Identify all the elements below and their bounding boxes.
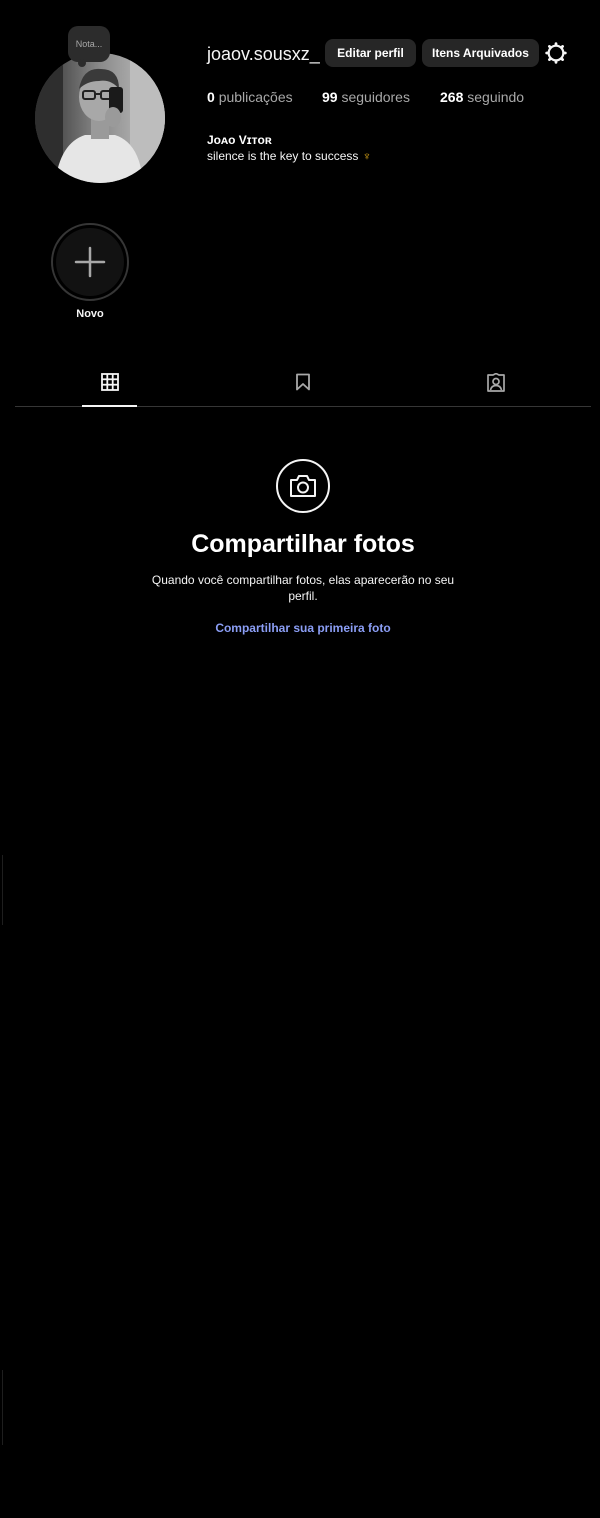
tab-posts[interactable]	[82, 373, 137, 407]
edit-profile-button[interactable]: Editar perfil	[325, 39, 416, 67]
empty-state-title: Compartilhar fotos	[191, 530, 415, 558]
plus-icon	[74, 246, 106, 278]
highlight-inner	[56, 228, 124, 296]
tab-saved[interactable]	[275, 373, 330, 407]
avatar-image	[35, 53, 165, 183]
edge-scroll-mark	[2, 1370, 3, 1445]
trident-emoji: ♆	[362, 149, 372, 163]
full-name: Jᴏᴀᴏ Vɪᴛᴏʀ	[207, 133, 272, 147]
posts-label: publicações	[218, 89, 293, 105]
bio-text: silence is the key to success	[207, 149, 359, 163]
empty-state-description: Quando você compartilhar fotos, elas apa…	[151, 573, 455, 603]
camera-icon	[290, 475, 316, 497]
share-first-photo-link[interactable]: Compartilhar sua primeira foto	[0, 621, 600, 635]
following-count: 268	[440, 89, 464, 105]
grid-icon	[100, 373, 119, 391]
profile-avatar[interactable]	[35, 53, 165, 183]
stat-followers[interactable]: 99 seguidores	[322, 89, 410, 105]
new-highlight-label: Novo	[76, 308, 104, 320]
bookmark-icon	[295, 373, 310, 391]
tab-tagged[interactable]	[468, 373, 523, 407]
settings-gear-icon[interactable]	[545, 42, 567, 64]
note-text: Nota...	[75, 39, 103, 49]
archived-items-button[interactable]: Itens Arquivados	[422, 39, 539, 67]
username: joaov.sousxz_	[207, 44, 320, 64]
edge-scroll-mark	[2, 855, 3, 925]
stat-posts: 0 publicações	[207, 89, 293, 105]
tab-active-indicator	[82, 405, 137, 407]
following-label: seguindo	[467, 89, 525, 105]
followers-label: seguidores	[341, 89, 410, 105]
camera-icon-circle	[276, 459, 330, 513]
posts-count: 0	[207, 89, 215, 105]
stat-following[interactable]: 268 seguindo	[440, 89, 524, 105]
tagged-user-icon	[486, 373, 505, 392]
followers-count: 99	[322, 89, 338, 105]
new-highlight-button[interactable]	[51, 223, 129, 301]
note-bubble[interactable]: Nota...	[68, 26, 110, 67]
bio: silence is the key to success ♆	[207, 149, 371, 163]
